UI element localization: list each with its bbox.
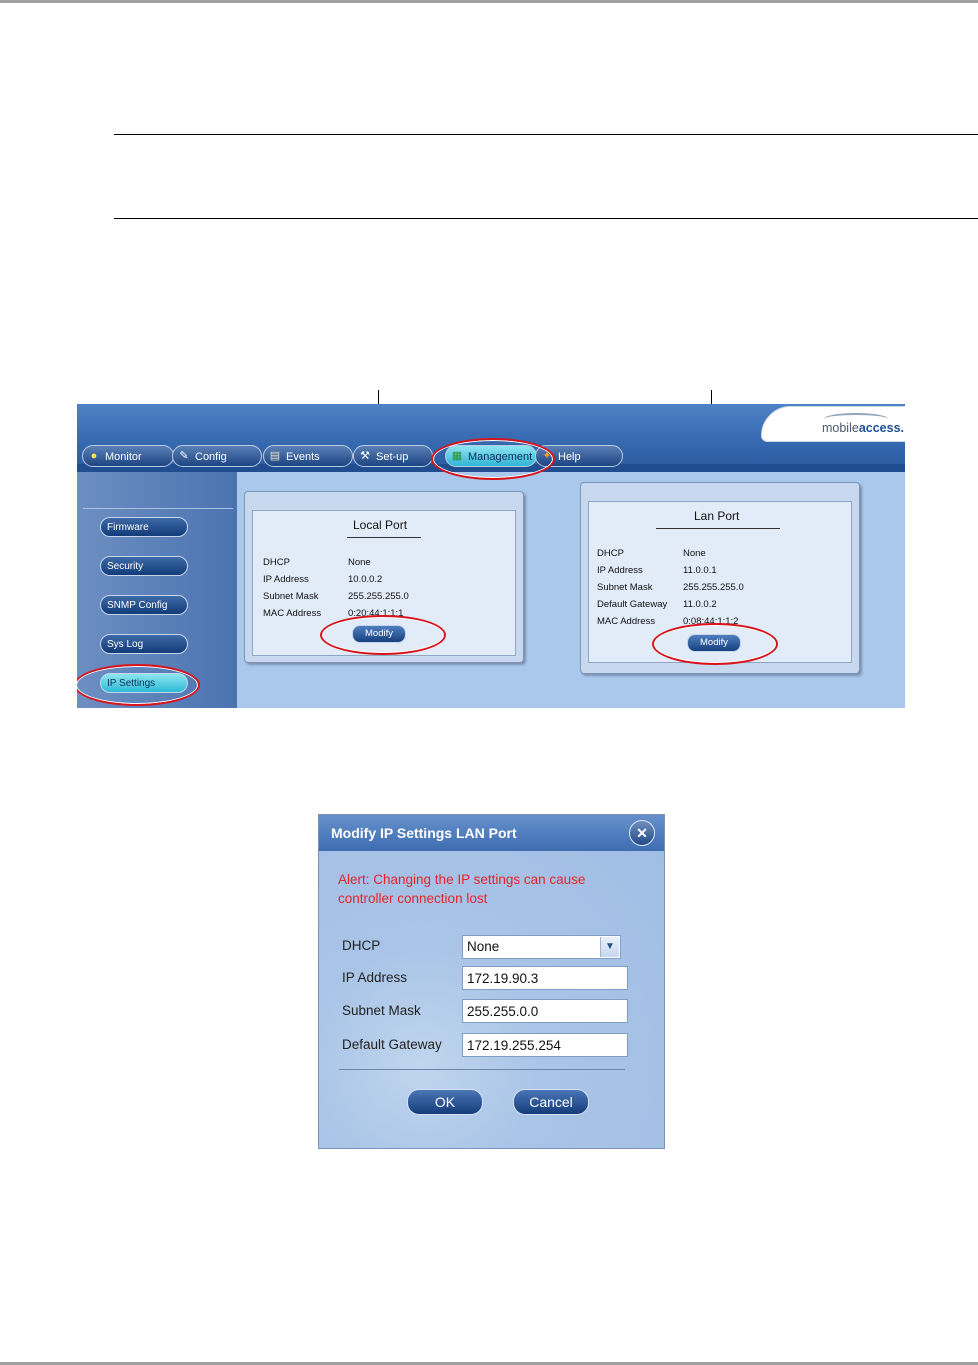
note-top-rule — [114, 134, 978, 135]
local-ip-value: 10.0.0.2 — [348, 574, 383, 585]
mobileaccess-logo: mobileaccess. — [761, 406, 905, 442]
lan-ip-value: 11.0.0.1 — [683, 565, 717, 576]
ip-address-label: IP Address — [342, 970, 408, 985]
management-tab-highlight — [431, 438, 555, 480]
local-port-card: Local Port DHCP None IP Address 10.0.0.2… — [252, 510, 516, 656]
lan-port-panel: Lan Port DHCP None IP Address 11.0.0.1 S… — [580, 482, 860, 674]
lan-dhcp-label: DHCP — [597, 548, 624, 559]
sidebar-item-sys-log[interactable]: Sys Log — [100, 634, 188, 654]
sidebar-item-firmware[interactable]: Firmware — [100, 517, 188, 537]
ip-settings-highlight — [77, 664, 200, 706]
local-port-title: Local Port — [353, 518, 408, 532]
default-gateway-label: Default Gateway — [342, 1037, 442, 1052]
ok-button[interactable]: OK — [407, 1089, 483, 1115]
alert-message: Alert: Changing the IP settings can caus… — [338, 872, 586, 906]
monitor-icon: ● — [90, 450, 98, 462]
subnet-mask-label: Subnet Mask — [342, 1003, 421, 1018]
lan-mask-value: 255.255.255.0 — [683, 582, 744, 593]
sidebar-item-security[interactable]: Security — [100, 556, 188, 576]
lan-mac-label: MAC Address — [597, 616, 656, 627]
lan-port-title: Lan Port — [694, 509, 740, 523]
lan-gateway-label: Default Gateway — [597, 599, 668, 610]
sidebar-divider — [83, 508, 233, 509]
lan-mask-label: Subnet Mask — [597, 582, 653, 593]
local-mask-label: Subnet Mask — [263, 591, 319, 602]
events-icon: ▤ — [269, 450, 281, 462]
dhcp-label: DHCP — [342, 938, 381, 953]
default-gateway-input[interactable] — [462, 1033, 628, 1057]
lan-port-card: Lan Port DHCP None IP Address 11.0.0.1 S… — [588, 501, 852, 665]
sidebar-item-snmp-config[interactable]: SNMP Config — [100, 595, 188, 615]
ip-settings-screenshot: mobileaccess. ● Monitor ✎ Config ▤ Events ⚒… — [77, 404, 905, 708]
lan-ip-label: IP Address — [597, 565, 643, 576]
wrench-icon: ✎ — [179, 450, 189, 462]
local-ip-label: IP Address — [263, 574, 309, 585]
local-dhcp-value: None — [348, 557, 371, 568]
local-dhcp-label: DHCP — [263, 557, 290, 568]
modify-ip-settings-dialog: Modify IP Settings LAN Port ✕ Alert: Cha… — [318, 814, 665, 1149]
lan-dhcp-value: None — [683, 548, 706, 559]
ip-address-input[interactable] — [462, 966, 628, 990]
lan-modify-highlight — [652, 623, 778, 665]
setup-icon: ⚒ — [360, 450, 370, 462]
logo-text: mobileaccess. — [821, 421, 904, 435]
chevron-down-icon[interactable]: ▼ — [600, 937, 619, 957]
tab-monitor[interactable]: ● Monitor — [82, 445, 174, 467]
lan-port-title-underline — [656, 528, 780, 529]
dialog-divider — [339, 1069, 625, 1070]
dialog-title: Modify IP Settings LAN Port — [331, 825, 517, 841]
dhcp-select[interactable]: None ▼ — [462, 935, 621, 959]
tab-setup[interactable]: ⚒ Set-up — [353, 445, 433, 467]
local-port-title-underline — [347, 537, 421, 538]
close-icon[interactable]: ✕ — [629, 820, 655, 846]
page-top-rule — [0, 0, 978, 3]
subnet-mask-input[interactable] — [462, 999, 628, 1023]
tab-events[interactable]: ▤ Events — [263, 445, 353, 467]
local-port-panel: Local Port DHCP None IP Address 10.0.0.2… — [244, 491, 524, 663]
local-modify-highlight — [320, 615, 446, 655]
tab-config[interactable]: ✎ Config — [172, 445, 262, 467]
lan-gateway-value: 11.0.0.2 — [683, 599, 717, 610]
cancel-button[interactable]: Cancel — [513, 1089, 589, 1115]
note-bottom-rule — [114, 218, 978, 219]
local-mask-value: 255.255.255.0 — [348, 591, 409, 602]
local-mac-label: MAC Address — [263, 608, 322, 619]
sidebar: Firmware Security SNMP Config Sys Log IP… — [77, 472, 237, 708]
